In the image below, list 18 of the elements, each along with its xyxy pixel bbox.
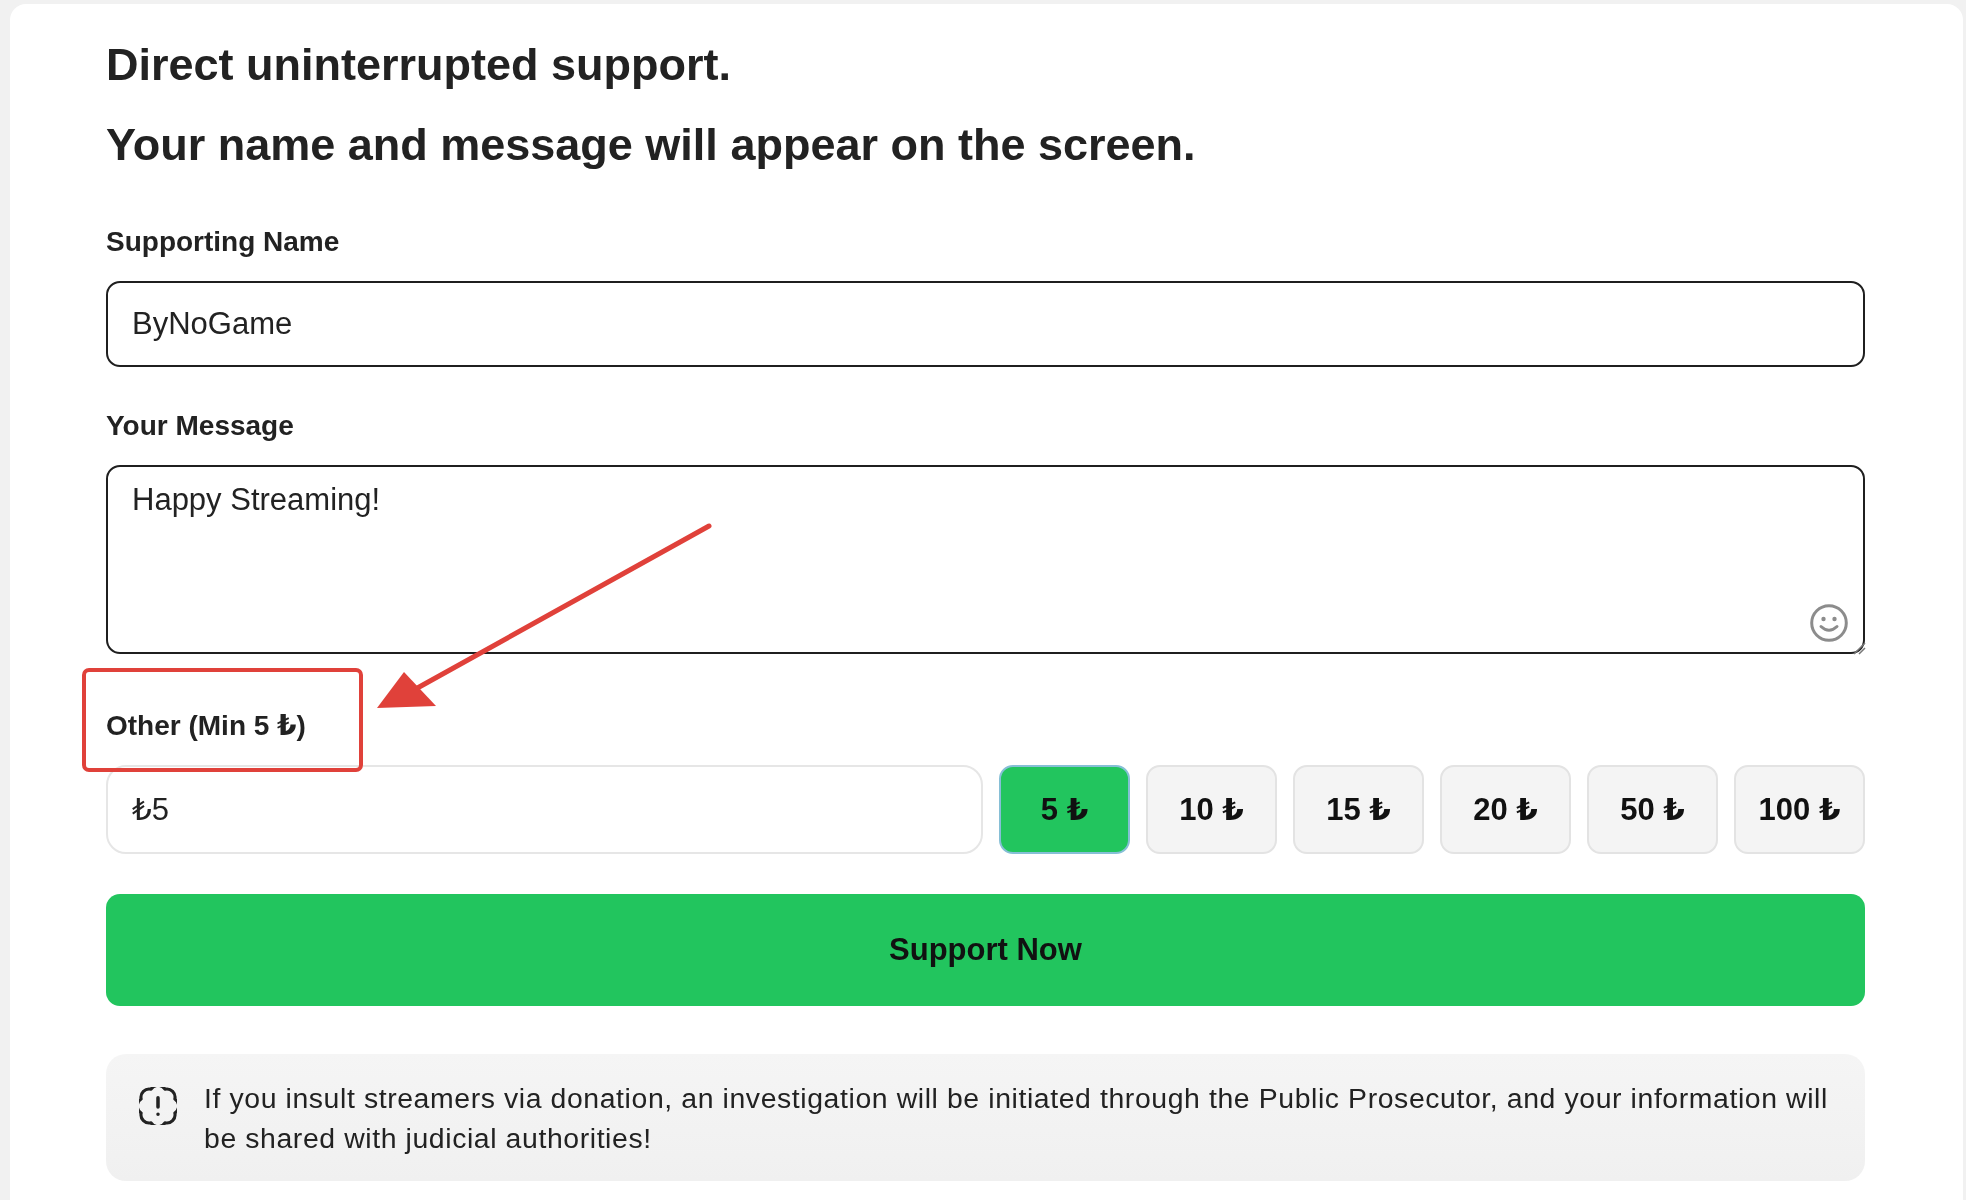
heading-text: Your name and message will appear on the screen.	[106, 118, 1196, 172]
field-label: Your Message	[106, 409, 294, 443]
name-field[interactable]: ByNoGame	[106, 281, 1865, 367]
support-button[interactable]: Support Now	[106, 894, 1865, 1006]
amount-button[interactable]: 15 ₺	[1293, 765, 1424, 854]
field-label: Supporting Name	[106, 225, 340, 259]
amount-button[interactable]: 50 ₺	[1587, 765, 1718, 854]
message-field[interactable]: Happy Streaming!	[106, 465, 1865, 654]
amount-button[interactable]: 20 ₺	[1440, 765, 1571, 854]
resize-grip-icon[interactable]	[1852, 641, 1866, 655]
heading-text: Direct uninterrupted support.	[106, 38, 731, 92]
notice-text: If you insult streamers via donation, an investigation will be initiated through the Public Prosecutor, and your information will be shared with judicial authorities!	[204, 1081, 1829, 1156]
amount-button[interactable]: 5 ₺	[999, 765, 1130, 854]
field-label: Other (Min 5 ₺)	[106, 709, 306, 743]
amount-field[interactable]: ₺5	[106, 765, 983, 854]
amount-button[interactable]: 100 ₺	[1734, 765, 1865, 854]
alert-badge-icon	[139, 1087, 177, 1125]
amount-button[interactable]: 10 ₺	[1146, 765, 1277, 854]
